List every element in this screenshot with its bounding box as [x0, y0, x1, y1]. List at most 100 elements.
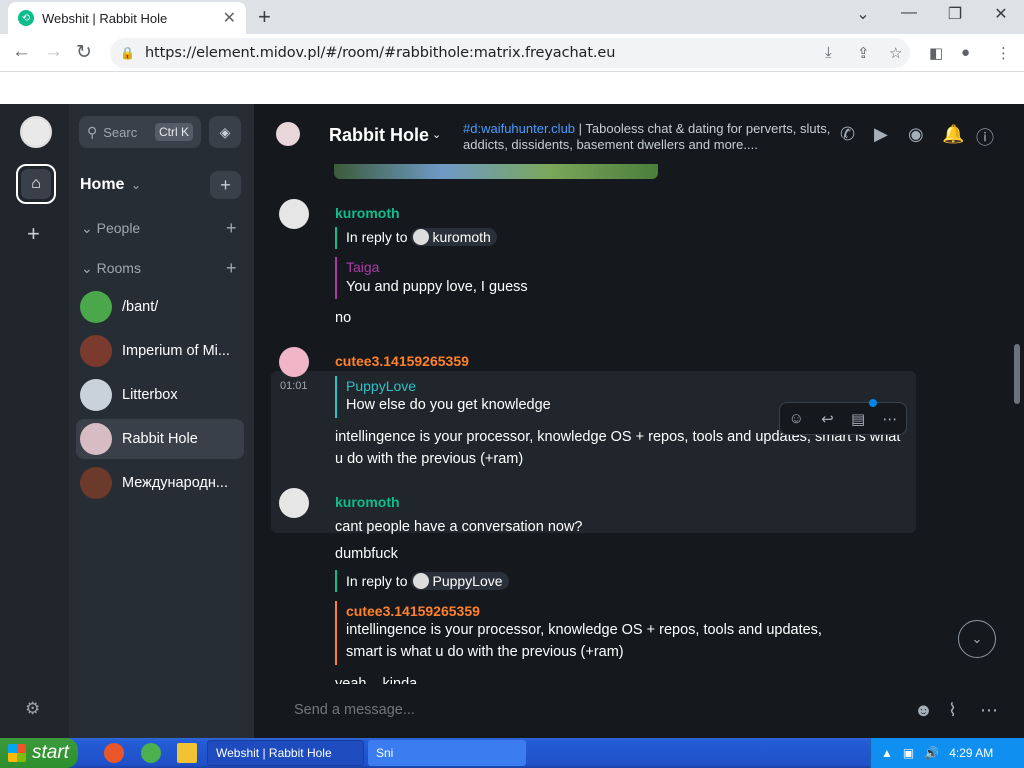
explore-rooms-compass-icon[interactable]: ◈: [209, 116, 241, 148]
room-item-bant[interactable]: /bant/: [76, 287, 244, 327]
sender-avatar[interactable]: [279, 488, 309, 518]
chevron-down-icon[interactable]: ⌄: [131, 178, 141, 192]
new-tab-button[interactable]: +: [258, 4, 271, 30]
chevron-down-icon[interactable]: ⌄: [432, 128, 441, 141]
search-room-icon[interactable]: ◉: [908, 124, 924, 145]
chrome-icon[interactable]: [141, 743, 161, 763]
user-avatar[interactable]: [20, 116, 52, 148]
quote-sender[interactable]: Taiga: [346, 259, 379, 275]
quote-sender[interactable]: cutee3.14159265359: [346, 603, 480, 619]
side-panel-icon[interactable]: ◧: [929, 44, 943, 62]
room-info-icon[interactable]: ⓘ: [976, 124, 994, 150]
user-pill[interactable]: PuppyLove: [411, 572, 509, 590]
firefox-icon[interactable]: [104, 743, 124, 763]
topic-link[interactable]: #d:waifuhunter.club: [463, 121, 575, 136]
react-emoji-icon[interactable]: ☺: [789, 410, 804, 427]
home-title[interactable]: Home: [80, 176, 124, 194]
room-item-litterbox[interactable]: Litterbox: [76, 375, 244, 415]
room-header-avatar[interactable]: [276, 122, 300, 146]
address-bar[interactable]: 🔒 https://element.midov.pl/#/room/#rabbi…: [110, 38, 910, 68]
taskbar-item-browser[interactable]: Webshit | Rabbit Hole: [207, 740, 364, 766]
close-window-button[interactable]: ✕: [978, 4, 1024, 24]
space-panel: ⌂ + ⚙: [0, 104, 69, 738]
message-timestamp[interactable]: 01:01: [280, 380, 308, 392]
room-header: Rabbit Hole ⌄ #d:waifuhunter.club | Tabo…: [254, 104, 1024, 164]
minimize-button[interactable]: —: [886, 4, 932, 22]
tab-search-icon[interactable]: ⌄: [840, 4, 886, 24]
install-app-icon[interactable]: ⤓: [825, 44, 832, 61]
sender-avatar[interactable]: [279, 347, 309, 377]
room-item-rabbit-hole[interactable]: Rabbit Hole: [76, 419, 244, 459]
timeline-scrollbar[interactable]: [1014, 344, 1020, 404]
pill-avatar: [413, 229, 430, 245]
quick-settings-gear-icon[interactable]: ⚙: [25, 699, 40, 719]
quote-body: smart is what u do with the previous (+r…: [346, 644, 624, 660]
message-input[interactable]: [294, 702, 894, 718]
home-add-button[interactable]: +: [210, 171, 241, 199]
tray-arrow-icon[interactable]: ▲: [881, 746, 893, 760]
thread-reply-icon[interactable]: ▤: [851, 410, 865, 428]
quote-body: intellingence is your processor, knowled…: [346, 622, 822, 638]
image-attachment[interactable]: [334, 164, 658, 179]
start-button[interactable]: start: [0, 738, 78, 768]
folder-icon[interactable]: [177, 743, 197, 763]
sender-avatar[interactable]: [279, 199, 309, 229]
close-tab-icon[interactable]: ✕: [223, 8, 236, 28]
room-item-international[interactable]: Международн...: [76, 463, 244, 503]
room-topic[interactable]: #d:waifuhunter.club | Tabooless chat & d…: [463, 121, 833, 153]
user-pill[interactable]: kuromoth: [411, 228, 497, 246]
forward-button[interactable]: →: [44, 41, 63, 63]
add-room-button[interactable]: +: [226, 258, 237, 279]
quote-sender[interactable]: PuppyLove: [346, 378, 416, 394]
network-icon[interactable]: ▣: [903, 746, 914, 760]
room-name: Международн...: [122, 475, 228, 491]
section-people[interactable]: ⌄ People: [81, 220, 140, 237]
more-options-icon[interactable]: ⋯: [980, 700, 998, 721]
lock-icon[interactable]: 🔒: [120, 46, 135, 60]
search-shortcut: Ctrl K: [155, 123, 193, 141]
section-rooms[interactable]: ⌄ Rooms: [81, 260, 141, 277]
home-space-button[interactable]: ⌂: [16, 164, 56, 204]
room-item-imperium[interactable]: Imperium of Mi...: [76, 331, 244, 371]
element-favicon-icon: ⟲: [18, 10, 34, 26]
timeline[interactable]: kuromoth In reply to kuromoth Taiga You …: [254, 164, 1024, 684]
search-placeholder: Searc: [103, 124, 138, 140]
create-space-button[interactable]: +: [27, 221, 40, 247]
reply-arrow-icon[interactable]: ↩: [821, 410, 834, 428]
message-composer: ☻ ⌇ ⋯: [254, 684, 1024, 738]
reload-button[interactable]: ↻: [76, 41, 92, 64]
sender-name[interactable]: kuromoth: [335, 205, 400, 221]
reply-label[interactable]: In reply to kuromoth: [346, 228, 497, 246]
restore-button[interactable]: ❐: [932, 4, 978, 24]
browser-menu-icon[interactable]: ⋮: [996, 44, 1011, 62]
voice-call-icon[interactable]: ✆: [840, 124, 855, 145]
message-body: no: [335, 310, 352, 326]
taskbar-item-snipping[interactable]: Sni: [368, 740, 526, 766]
emoji-icon[interactable]: ☻: [914, 700, 933, 721]
volume-icon[interactable]: 🔊: [924, 746, 939, 760]
share-icon[interactable]: ⇪: [857, 44, 870, 62]
sender-name[interactable]: kuromoth: [335, 494, 400, 510]
reply-label[interactable]: In reply to PuppyLove: [346, 572, 509, 590]
room-avatar: [80, 423, 112, 455]
search-button[interactable]: ⚲ Searc Ctrl K: [79, 116, 201, 148]
profile-icon[interactable]: ●: [961, 44, 970, 61]
quote-body: How else do you get knowledge: [346, 397, 551, 413]
back-button[interactable]: ←: [12, 41, 31, 63]
room-view: Rabbit Hole ⌄ #d:waifuhunter.club | Tabo…: [254, 104, 1024, 738]
message-action-bar: ☺ ↩ ▤ ⋯: [779, 399, 907, 435]
notifications-bell-icon[interactable]: 🔔: [942, 124, 964, 145]
quote-bar: [335, 257, 337, 299]
video-call-icon[interactable]: ▶: [874, 124, 888, 145]
more-options-icon[interactable]: ⋯: [882, 410, 897, 428]
browser-tab[interactable]: ⟲ Webshit | Rabbit Hole ✕: [8, 2, 246, 34]
room-title[interactable]: Rabbit Hole: [329, 125, 429, 146]
add-people-button[interactable]: +: [226, 218, 237, 239]
clock[interactable]: 4:29 AM: [949, 746, 993, 760]
thread-notification-dot: [869, 399, 877, 407]
jump-to-bottom-chevron-icon[interactable]: ⌄: [958, 620, 996, 658]
sender-name[interactable]: cutee3.14159265359: [335, 353, 469, 369]
room-avatar: [80, 467, 112, 499]
bookmark-star-icon[interactable]: ☆: [889, 44, 902, 62]
attachment-paperclip-icon[interactable]: ⌇: [948, 700, 957, 721]
